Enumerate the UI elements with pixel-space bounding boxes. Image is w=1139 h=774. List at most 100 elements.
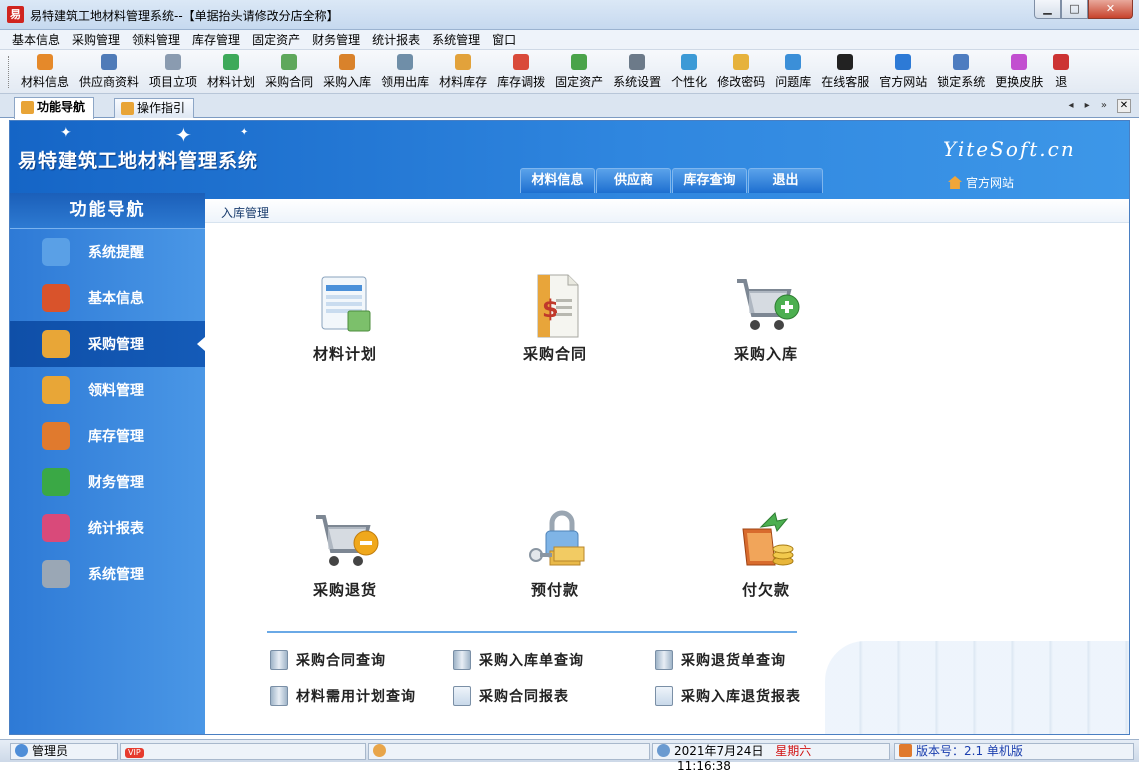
maximize-button[interactable]: □ <box>1061 0 1088 19</box>
qq-icon <box>837 54 854 70</box>
tile-purchase-return[interactable]: 采购退货 <box>275 509 415 600</box>
link-inbound-return-report[interactable]: 采购入库退货报表 <box>655 686 801 706</box>
tile-prepayment[interactable]: 预付款 <box>485 509 625 600</box>
cart-remove-icon <box>316 515 379 566</box>
key-icon <box>733 54 750 70</box>
link-return-query[interactable]: 采购退货单查询 <box>655 650 786 670</box>
tab-close-icon[interactable]: ✕ <box>1117 99 1131 113</box>
nav-supplier-button[interactable]: 供应商 <box>596 168 671 193</box>
toolbar-button[interactable]: 问题库 <box>770 50 816 93</box>
menu-inventory[interactable]: 库存管理 <box>186 30 246 49</box>
status-user: 管理员 <box>10 743 118 760</box>
asset-icon <box>571 54 588 70</box>
title-bar: 易 易特建筑工地材料管理系统--【单据抬头请修改分店全称】 ▁ □ ✕ <box>0 0 1139 30</box>
sidebar-item[interactable]: 系统提醒 <box>10 229 205 275</box>
toolbar-button[interactable]: 更换皮肤 <box>990 50 1048 93</box>
toolbar-button[interactable]: 退 <box>1048 50 1074 93</box>
toolbar-button-label: 材料库存 <box>439 75 488 89</box>
toolbar-button[interactable]: 固定资产 <box>550 50 608 93</box>
sidebar-item[interactable]: 系统管理 <box>10 551 205 597</box>
toolbar-button[interactable]: 项目立项 <box>144 50 202 93</box>
link-inbound-query[interactable]: 采购入库单查询 <box>453 650 584 670</box>
material-plan-icon <box>321 276 371 332</box>
toolbar-button[interactable]: 锁定系统 <box>932 50 990 93</box>
official-site-link[interactable]: 官方网站 <box>948 174 1014 191</box>
toolbar-button[interactable]: 官方网站 <box>874 50 932 93</box>
vip-badge: VIP <box>125 748 144 758</box>
minimize-button[interactable]: ▁ <box>1034 0 1061 19</box>
tab-scroll-arrows[interactable]: ◂ ▸ » <box>1068 100 1111 111</box>
window-controls: ▁ □ ✕ <box>1034 0 1133 19</box>
tile-material-plan[interactable]: 材料计划 <box>275 273 415 364</box>
toolbar-button[interactable]: 库存调拨 <box>492 50 550 93</box>
toolbar-button-label: 项目立项 <box>149 75 198 89</box>
sidebar-item[interactable]: 采购管理 <box>10 321 205 367</box>
tile-label: 付欠款 <box>741 581 790 599</box>
toolbar-button[interactable]: 在线客服 <box>816 50 874 93</box>
tab-operation-guide[interactable]: 操作指引 <box>114 98 195 118</box>
tab-bar: 功能导航 操作指引 ◂ ▸ » ✕ <box>0 94 1139 119</box>
tile-label: 采购合同 <box>522 345 587 363</box>
cubes-icon <box>42 284 70 312</box>
link-material-demand-query[interactable]: 材料需用计划查询 <box>270 686 416 706</box>
sidebar-item[interactable]: 库存管理 <box>10 413 205 459</box>
sparkle-decoration: ✦ <box>60 125 72 141</box>
sidebar-item-label: 基本信息 <box>88 291 144 307</box>
toolbar-grip[interactable] <box>8 56 11 88</box>
status-time: 11:16:38 <box>677 759 731 773</box>
menu-requisition[interactable]: 领料管理 <box>126 30 186 49</box>
main-frame: ✦ ✦ ✦ 易特建筑工地材料管理系统 YiteSoft.cn 官方网站 材料信息… <box>9 120 1130 735</box>
nav-exit-button[interactable]: 退出 <box>748 168 823 193</box>
toolbar-button-label: 更换皮肤 <box>995 75 1044 89</box>
toolbar-button[interactable]: 材料库存 <box>434 50 492 93</box>
toolbar-button[interactable]: 领用出库 <box>376 50 434 93</box>
nav-stock-query-button[interactable]: 库存查询 <box>672 168 747 193</box>
toolbar-button[interactable]: 采购入库 <box>318 50 376 93</box>
close-button[interactable]: ✕ <box>1088 0 1133 19</box>
toolbar-button[interactable]: 个性化 <box>666 50 712 93</box>
face-icon <box>373 744 386 757</box>
sidebar-item[interactable]: 领料管理 <box>10 367 205 413</box>
sidebar-item-label: 领料管理 <box>88 383 144 399</box>
toolbar-button[interactable]: 采购合同 <box>260 50 318 93</box>
toolbar-button-label: 采购合同 <box>265 75 314 89</box>
book-icon <box>453 650 471 670</box>
toolbar-button-label: 领用出库 <box>381 75 430 89</box>
brand-logo: YiteSoft.cn <box>943 137 1076 161</box>
menu-system[interactable]: 系统管理 <box>426 30 486 49</box>
keyboard-decoration <box>825 641 1129 734</box>
toolbar-button-label: 库存调拨 <box>497 75 546 89</box>
sidebar-item[interactable]: 统计报表 <box>10 505 205 551</box>
menu-bar: 基本信息 采购管理 领料管理 库存管理 固定资产 财务管理 统计报表 系统管理 … <box>0 30 1139 50</box>
sidebar-item-label: 采购管理 <box>88 337 144 353</box>
toolbar-button[interactable]: 修改密码 <box>712 50 770 93</box>
link-contract-query[interactable]: 采购合同查询 <box>270 650 386 670</box>
menu-fixed-assets[interactable]: 固定资产 <box>246 30 306 49</box>
purchase-box-icon <box>42 330 70 358</box>
tile-pay-debt[interactable]: 付欠款 <box>696 509 836 600</box>
pay-debt-icon <box>742 512 794 566</box>
transfer-icon <box>513 54 530 70</box>
skin-icon <box>1011 54 1028 70</box>
tile-purchase-inbound[interactable]: 采购入库 <box>696 273 836 364</box>
menu-window[interactable]: 窗口 <box>486 30 522 49</box>
toolbar-button[interactable]: 供应商资料 <box>74 50 144 93</box>
toolbar-button[interactable]: 材料信息 <box>16 50 74 93</box>
toolbar-button-label: 官方网站 <box>879 75 928 89</box>
banner-title: 易特建筑工地材料管理系统 <box>18 150 259 172</box>
tile-purchase-contract[interactable]: $ 采购合同 <box>485 273 625 364</box>
menu-purchase[interactable]: 采购管理 <box>66 30 126 49</box>
sidebar-item[interactable]: 基本信息 <box>10 275 205 321</box>
stock-icon <box>455 54 472 70</box>
toolbar-button[interactable]: 系统设置 <box>608 50 666 93</box>
menu-reports[interactable]: 统计报表 <box>366 30 426 49</box>
toolbar-button[interactable]: 材料计划 <box>202 50 260 93</box>
link-contract-report[interactable]: 采购合同报表 <box>453 686 569 706</box>
cart-icon <box>397 54 414 70</box>
tab-function-nav[interactable]: 功能导航 <box>14 97 95 119</box>
menu-finance[interactable]: 财务管理 <box>306 30 366 49</box>
settings-icon <box>629 54 646 70</box>
sidebar-item[interactable]: 财务管理 <box>10 459 205 505</box>
nav-materials-button[interactable]: 材料信息 <box>520 168 595 193</box>
menu-basic-info[interactable]: 基本信息 <box>6 30 66 49</box>
